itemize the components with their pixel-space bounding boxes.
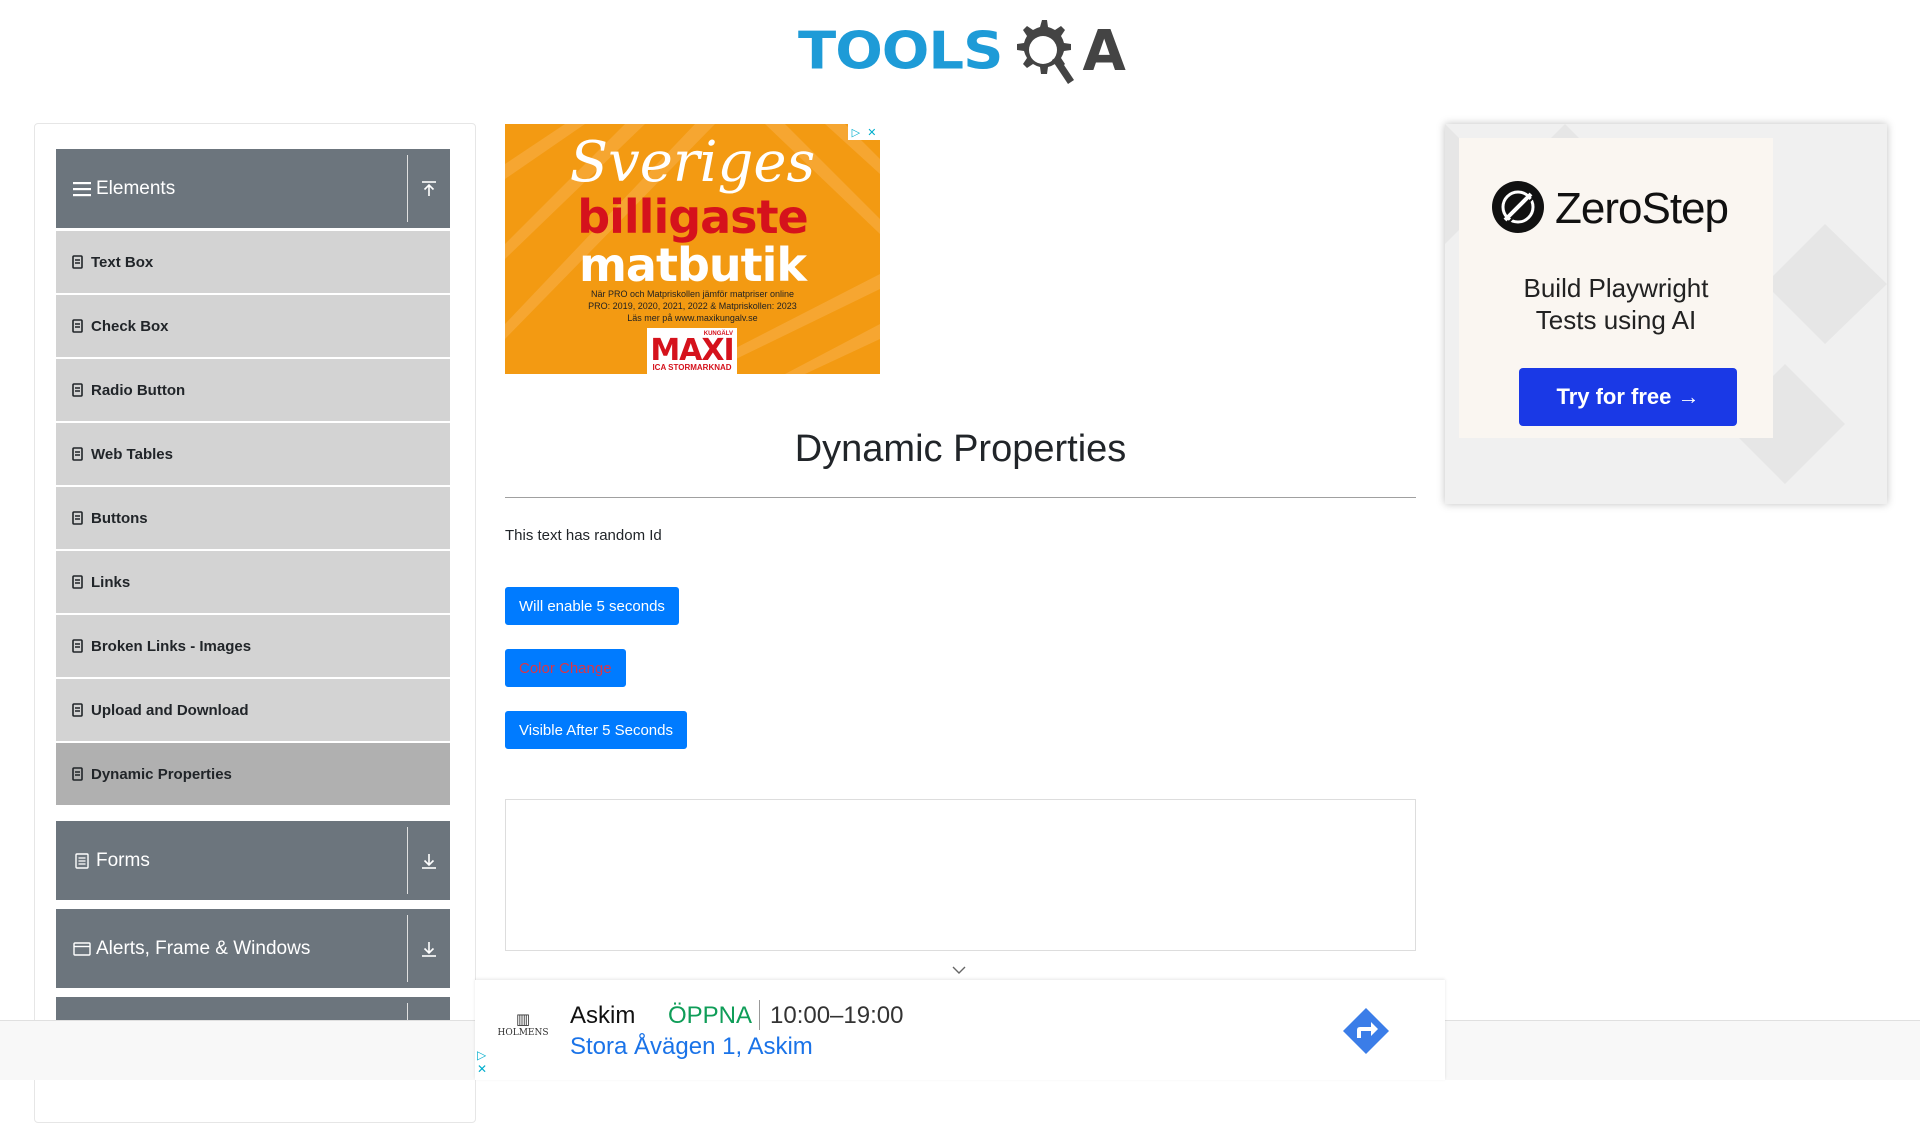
try-for-free-button[interactable]: Try for free → — [1519, 368, 1737, 426]
zerostep-tagline: Build Playwright Tests using AI — [1459, 272, 1773, 336]
page-title: Dynamic Properties — [794, 428, 1127, 470]
ad-banner-maxi[interactable]: Sveriges billigaste matbutik När PRO och… — [505, 124, 880, 374]
menu-item-radio-button[interactable]: Radio Button — [56, 359, 450, 421]
holmens-logo: ▥ HOLMENS — [493, 1010, 553, 1052]
group-header-forms[interactable]: Forms — [56, 821, 450, 900]
ad-fine-print: När PRO och Matpriskollen jämför matpris… — [565, 288, 820, 324]
logo-a-text: A — [1082, 19, 1126, 84]
expand-button[interactable] — [408, 821, 450, 900]
ad-placeholder-box — [505, 799, 1416, 951]
color-change-button[interactable]: Color Change — [505, 649, 626, 687]
zerostep-tagline-2: Tests using AI — [1535, 305, 1697, 335]
menu-item-check-box[interactable]: Check Box — [56, 295, 450, 357]
file-icon — [72, 255, 83, 269]
ad-headline-1: Sveriges — [569, 130, 816, 195]
menu-item-broken-links[interactable]: Broken Links - Images — [56, 615, 450, 677]
holmens-logo-mark: ▥ — [515, 1010, 531, 1028]
group-label-elements: Elements — [96, 177, 176, 199]
menu-item-buttons[interactable]: Buttons — [56, 487, 450, 549]
maxi-logo: KUNGÄLV MAXI ICA STORMARKNAD — [647, 328, 737, 374]
ad-info-icon: ▷ — [477, 1048, 487, 1062]
ad-close-icon: ✕ — [477, 1062, 488, 1076]
menu-item-label: Web Tables — [91, 445, 173, 463]
zerostep-tagline-1: Build Playwright — [1523, 273, 1709, 303]
ad-headline-2: billigaste — [577, 190, 809, 244]
collapse-button[interactable] — [408, 149, 450, 228]
window-icon — [73, 941, 91, 956]
group-label-alerts: Alerts, Frame & Windows — [96, 937, 311, 959]
menu-item-upload-download[interactable]: Upload and Download — [56, 679, 450, 741]
store-place: Askim — [570, 1002, 636, 1029]
zerostep-brand: ZeroStep — [1555, 184, 1729, 233]
logo-tools-text: TOOLS — [798, 21, 1003, 82]
maxi-logo-sub: ICA STORMARKNAD — [652, 363, 732, 372]
ad-banner-zerostep[interactable]: ZeroStep Build Playwright Tests using AI… — [1445, 124, 1887, 504]
file-icon — [72, 511, 83, 525]
ad-fine-print-2: PRO: 2019, 2020, 2021, 2022 & Matpriskol… — [588, 301, 797, 311]
menu-item-label: Dynamic Properties — [91, 765, 232, 783]
left-nav-panel: Elements Text Box Check Box Radio Button… — [34, 123, 476, 1123]
chevron-down-icon[interactable] — [952, 965, 966, 975]
file-icon — [72, 767, 83, 781]
group-header-alerts[interactable]: Alerts, Frame & Windows — [56, 909, 450, 988]
holmens-logo-text: HOLMENS — [497, 1028, 549, 1038]
adchoices-icon[interactable]: ▷ ✕ — [848, 124, 880, 140]
group-header-elements[interactable]: Elements — [56, 149, 450, 228]
file-icon — [72, 319, 83, 333]
menu-item-label: Broken Links - Images — [91, 637, 252, 655]
ad-fine-print-1: När PRO och Matpriskollen jämför matpris… — [590, 289, 795, 299]
collapse-up-icon — [422, 180, 436, 196]
maxi-logo-text: MAXI — [650, 333, 734, 368]
ad-card: ZeroStep Build Playwright Tests using AI… — [1459, 138, 1773, 438]
menu-item-label: Buttons — [91, 509, 148, 527]
zerostep-logo-icon — [1492, 181, 1544, 233]
menu-item-label: Radio Button — [91, 381, 186, 399]
menu-item-links[interactable]: Links — [56, 551, 450, 613]
file-icon — [72, 703, 83, 717]
form-icon — [75, 852, 89, 869]
elements-menu-list: Text Box Check Box Radio Button Web Tabl… — [56, 231, 450, 807]
file-icon — [72, 575, 83, 589]
toolsqa-logo[interactable]: TOOLS A — [798, 14, 1128, 90]
enable-after-button[interactable]: Will enable 5 seconds — [505, 587, 679, 625]
file-icon — [72, 639, 83, 653]
hamburger-icon — [73, 181, 91, 196]
visible-after-button[interactable]: Visible After 5 Seconds — [505, 711, 687, 749]
ad-headline-3: matbutik — [579, 238, 807, 292]
gear-magnifier-icon — [1017, 20, 1075, 84]
title-divider — [505, 497, 1416, 498]
directions-icon[interactable] — [1341, 1006, 1391, 1056]
expand-down-icon — [422, 941, 436, 957]
store-address[interactable]: Stora Åvägen 1, Askim — [570, 1033, 813, 1061]
random-id-text: This text has random Id — [505, 527, 662, 544]
bottom-ad-banner[interactable]: ▥ HOLMENS Askim ÖPPNA 10:00–19:00 Stora … — [475, 980, 1445, 1080]
menu-item-text-box[interactable]: Text Box — [56, 231, 450, 293]
file-icon — [72, 447, 83, 461]
group-label-forms: Forms — [96, 849, 150, 871]
menu-item-dynamic-properties[interactable]: Dynamic Properties — [56, 743, 450, 805]
status-separator — [759, 1000, 760, 1030]
adchoices-icon[interactable]: ▷ ✕ — [477, 1048, 491, 1078]
open-status: ÖPPNA — [668, 1002, 753, 1029]
file-icon — [72, 383, 83, 397]
menu-item-label: Text Box — [91, 253, 154, 271]
ad-close-icon: ✕ — [867, 126, 877, 139]
ad-fine-print-3: Läs mer på www.maxikungalv.se — [627, 313, 758, 323]
expand-down-icon — [422, 853, 436, 869]
menu-item-web-tables[interactable]: Web Tables — [56, 423, 450, 485]
menu-item-label: Links — [91, 573, 131, 591]
expand-button[interactable] — [408, 909, 450, 988]
menu-item-label: Check Box — [91, 317, 169, 335]
menu-item-label: Upload and Download — [91, 701, 249, 719]
opening-hours: 10:00–19:00 — [770, 1002, 904, 1029]
ad-info-icon: ▷ — [851, 126, 861, 139]
